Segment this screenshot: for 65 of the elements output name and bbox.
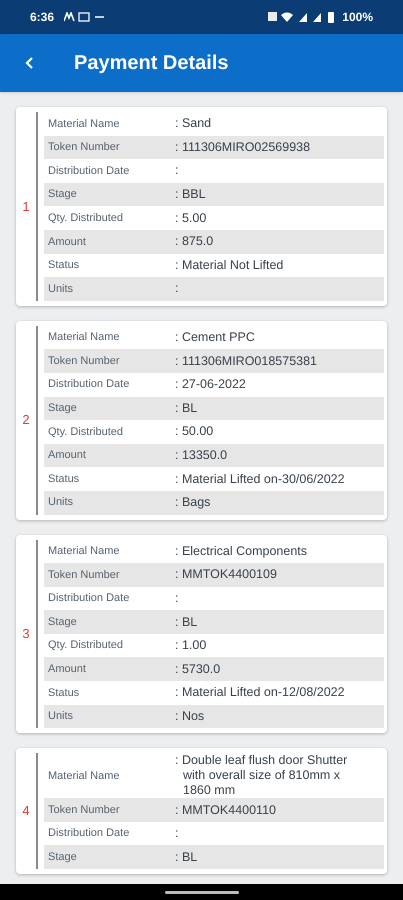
back-icon	[25, 56, 35, 70]
field-label: Qty. Distributed	[47, 210, 124, 226]
field-value: : Sand	[175, 116, 212, 132]
field-label: Qty. Distributed	[47, 424, 124, 440]
field-label: Token Number	[47, 802, 121, 818]
field-label: Material Name	[47, 544, 121, 560]
field-label: Distribution Date	[47, 591, 130, 606]
field-label: Units	[47, 282, 74, 297]
field-label: Units	[47, 709, 74, 724]
field-value: : BL	[175, 614, 198, 630]
field-value: : Double leaf flush door Shutter with overall size of 810mm x 1860 mm	[175, 753, 348, 798]
field-value: : Bags	[175, 495, 212, 510]
status-time: 6:36	[30, 9, 54, 26]
field-value: : Material Lifted on-30/06/2022	[175, 472, 346, 487]
field-value: :	[175, 590, 180, 606]
field-label: Amount	[47, 662, 87, 678]
field-label: Amount	[47, 448, 87, 464]
field-value: : 13350.0	[175, 448, 228, 464]
field-value: : 5730.0	[175, 662, 222, 677]
field-value: : MMTOK4400110	[175, 802, 277, 818]
field-label: Stage	[47, 187, 78, 202]
field-value: : 875.0	[175, 234, 214, 250]
field-label: Qty. Distributed	[47, 638, 124, 654]
field-label: Material Name	[47, 330, 121, 346]
field-label: Distribution Date	[47, 377, 130, 392]
field-value: : BBL	[175, 187, 207, 202]
field-label: Status	[47, 258, 80, 274]
battery-percent: 100%	[342, 9, 373, 26]
card-number: 1	[22, 198, 30, 216]
field-label: Amount	[47, 234, 87, 250]
field-value: : Material Lifted on-12/08/2022	[175, 685, 346, 700]
field-value: :	[175, 163, 180, 178]
field-value: : 111306MIRO018575381	[175, 354, 318, 369]
field-value: : BL	[175, 400, 198, 416]
field-value: : Cement PPC	[175, 330, 256, 346]
field-value: : Material Not Lifted	[175, 258, 284, 273]
field-label: Material Name	[47, 116, 121, 132]
field-value: : 1.00	[175, 638, 208, 654]
field-value: : 5.00	[175, 210, 208, 226]
card-number: 2	[22, 411, 30, 430]
field-label: Material Name	[47, 768, 121, 784]
field-label: Token Number	[47, 568, 121, 583]
home-handle[interactable]	[164, 890, 238, 894]
field-label: Status	[47, 686, 80, 701]
field-label: Stage	[47, 614, 78, 630]
card-number: 4	[22, 802, 30, 820]
field-value: : 111306MIRO02569938	[175, 140, 312, 155]
page-title: Payment Details	[74, 51, 229, 76]
field-value: : 50.00	[175, 424, 214, 440]
field-value: : 27-06-2022	[175, 377, 247, 392]
field-label: Units	[47, 495, 74, 510]
field-label: Status	[47, 472, 80, 487]
field-label: Stage	[47, 850, 78, 865]
field-label: Stage	[47, 401, 78, 416]
field-value: : Electrical Components	[175, 544, 308, 559]
field-label: Token Number	[47, 354, 121, 369]
field-label: Distribution Date	[47, 826, 130, 842]
field-label: Distribution Date	[47, 164, 130, 179]
card-number: 3	[22, 625, 30, 644]
field-value: : Nos	[175, 708, 206, 724]
field-value: : MMTOK4400109	[175, 567, 278, 582]
field-value: : BL	[175, 850, 198, 865]
field-label: Token Number	[47, 140, 121, 156]
field-value: :	[175, 826, 180, 842]
field-value: :	[175, 281, 180, 296]
